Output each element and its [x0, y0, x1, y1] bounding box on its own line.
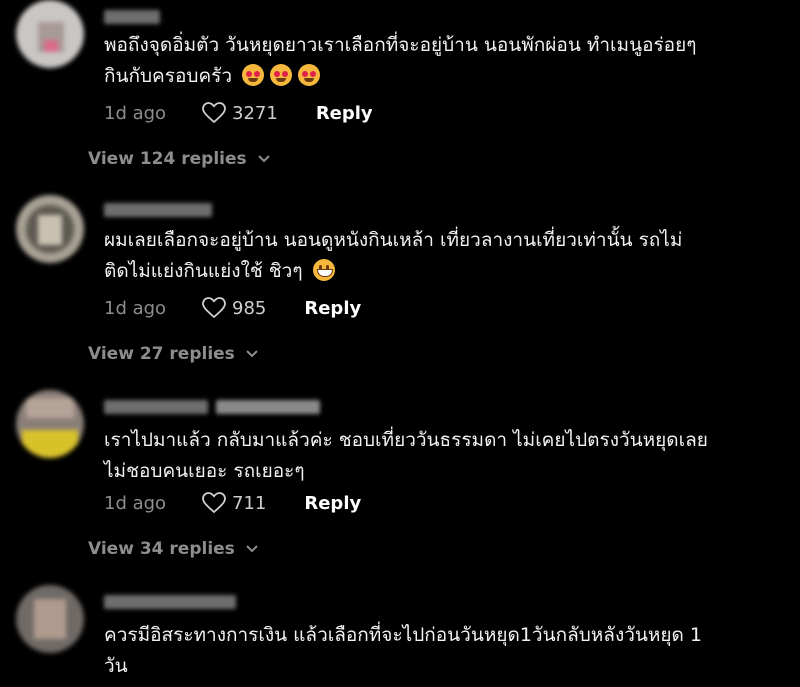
heart-icon[interactable]	[202, 297, 226, 319]
view-replies-button[interactable]: View 27 replies	[88, 341, 259, 367]
comment-text: ควรมีอิสระทางการเงิน แล้วเลือกที่จะไปก่อ…	[104, 624, 702, 677]
view-replies-button[interactable]: View 124 replies	[88, 146, 271, 172]
view-replies-button[interactable]: View 34 replies	[88, 536, 259, 562]
username-blurred[interactable]	[104, 203, 212, 217]
like-count: 3271	[232, 102, 278, 124]
username-blurred[interactable]	[104, 400, 208, 414]
chevron-down-icon	[257, 155, 270, 163]
view-replies-label: View 34 replies	[88, 539, 235, 559]
avatar[interactable]	[16, 390, 84, 458]
comment-time: 1d ago	[104, 102, 167, 124]
comment-text: เราไปมาแล้ว กลับมาแล้วค่ะ ชอบเที่ยววันธร…	[104, 429, 708, 482]
avatar[interactable]	[16, 585, 84, 653]
reply-button[interactable]: Reply	[316, 103, 373, 124]
chevron-down-icon	[246, 545, 258, 553]
heart-eyes-emoji-icon	[270, 64, 293, 86]
comment-meta: 1d ago 985 Reply	[104, 293, 361, 323]
like-count: 985	[232, 297, 267, 319]
reply-button[interactable]: Reply	[304, 298, 361, 319]
avatar[interactable]	[16, 0, 84, 68]
reply-button[interactable]: Reply	[304, 493, 361, 514]
view-replies-label: View 27 replies	[88, 344, 235, 364]
username-blurred[interactable]	[104, 595, 236, 609]
comment-meta: 1d ago 711 Reply	[104, 488, 361, 518]
heart-eyes-emoji-icon	[298, 64, 321, 86]
like-count: 711	[232, 492, 267, 514]
heart-eyes-emoji-icon	[242, 64, 265, 86]
chevron-down-icon	[246, 350, 258, 358]
view-replies-label: View 124 replies	[88, 149, 247, 169]
comment-text: ผมเลยเลือกจะอยู่บ้าน นอนดูหนังกินเหล้า เ…	[104, 229, 683, 282]
heart-icon[interactable]	[202, 492, 226, 514]
grinning-face-emoji-icon	[312, 259, 335, 281]
heart-icon[interactable]	[202, 102, 226, 124]
comment-time: 1d ago	[104, 297, 167, 319]
comment-text: พอถึงจุดอิ่มตัว วันหยุดยาวเราเลือกที่จะอ…	[104, 34, 697, 87]
username-blurred[interactable]	[216, 400, 320, 414]
comment-time: 1d ago	[104, 492, 167, 514]
comment-meta: 1d ago 3271 Reply	[104, 98, 373, 128]
avatar[interactable]	[16, 195, 84, 263]
username-blurred[interactable]	[104, 10, 160, 24]
